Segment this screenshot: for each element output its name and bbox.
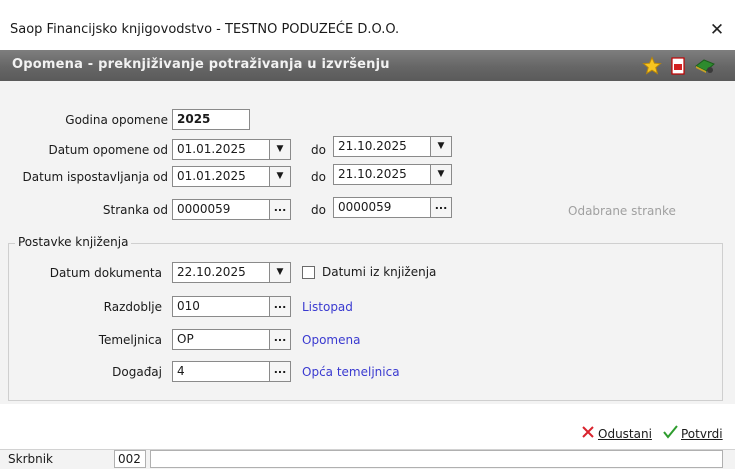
dogadaj-description-link[interactable]: Opća temeljnica — [302, 365, 400, 379]
window-title: Saop Financijsko knjigovodstvo - TESTNO … — [10, 22, 400, 37]
form-title: Opomena - preknjiživanje potraživanja u … — [12, 57, 390, 72]
datum-opomene-from-dropdown[interactable]: ▼ — [269, 139, 291, 160]
datum-ispostavljanja-label: Datum ispostavljanja od — [22, 170, 168, 184]
cancel-button[interactable]: Odustani — [581, 423, 652, 445]
stranka-to-browse-button[interactable]: ... — [430, 197, 452, 218]
confirm-label: Potvrdi — [681, 427, 723, 441]
datum-ispostavljanja-to-input[interactable]: 21.10.2025 — [333, 164, 431, 185]
razdoblje-browse-button[interactable]: ... — [269, 296, 291, 317]
datum-opomene-to-input[interactable]: 21.10.2025 — [333, 136, 431, 157]
datum-ispostavljanja-do-label: do — [311, 170, 326, 184]
datum-ispostavljanja-from-input[interactable]: 01.01.2025 — [172, 166, 270, 187]
confirm-button[interactable]: Potvrdi — [663, 423, 723, 445]
temeljnica-input[interactable]: OP — [172, 329, 270, 350]
dogadaj-input[interactable]: 4 — [172, 361, 270, 382]
temeljnica-browse-button[interactable]: ... — [269, 329, 291, 350]
book-icon[interactable] — [694, 56, 715, 76]
razdoblje-description-link[interactable]: Listopad — [302, 300, 353, 314]
cross-icon — [581, 425, 595, 443]
pdf-icon[interactable] — [668, 56, 688, 76]
datumi-iz-knjizenja-label: Datumi iz knjiženja — [322, 265, 437, 279]
razdoblje-label: Razdoblje — [103, 300, 162, 314]
star-icon[interactable] — [642, 56, 662, 76]
temeljnica-label: Temeljnica — [98, 333, 162, 347]
datum-opomene-do-label: do — [311, 143, 326, 157]
datum-opomene-to-dropdown[interactable]: ▼ — [430, 136, 452, 157]
datum-ispostavljanja-to-dropdown[interactable]: ▼ — [430, 164, 452, 185]
datum-opomene-from-input[interactable]: 01.01.2025 — [172, 139, 270, 160]
odabrane-stranke-link[interactable]: Odabrane stranke — [568, 204, 676, 218]
datumi-iz-knjizenja-checkbox[interactable] — [302, 266, 315, 279]
godina-input[interactable]: 2025 — [172, 109, 250, 130]
status-skrbnik-value: 002 — [118, 452, 141, 466]
datum-ispostavljanja-from-dropdown[interactable]: ▼ — [269, 166, 291, 187]
razdoblje-input[interactable]: 010 — [172, 296, 270, 317]
postavke-group-title: Postavke knjiženja — [15, 235, 132, 249]
checkmark-icon — [663, 425, 678, 443]
godina-label: Godina opomene — [65, 113, 168, 127]
stranka-from-browse-button[interactable]: ... — [269, 199, 291, 220]
datum-opomene-label: Datum opomene od — [48, 143, 168, 157]
stranka-from-input[interactable]: 0000059 — [172, 199, 270, 220]
status-skrbnik-label: Skrbnik — [8, 452, 54, 466]
datum-dokumenta-input[interactable]: 22.10.2025 — [172, 262, 270, 283]
stranka-do-label: do — [311, 203, 326, 217]
stranka-label: Stranka od — [102, 203, 168, 217]
close-button[interactable]: ✕ — [706, 20, 728, 42]
dogadaj-browse-button[interactable]: ... — [269, 361, 291, 382]
dogadaj-label: Događaj — [112, 365, 162, 379]
stranka-to-input[interactable]: 0000059 — [333, 197, 431, 218]
temeljnica-description-link[interactable]: Opomena — [302, 333, 360, 347]
status-info-field — [150, 450, 723, 468]
cancel-label: Odustani — [598, 427, 652, 441]
datum-dokumenta-label: Datum dokumenta — [49, 266, 162, 280]
datum-dokumenta-dropdown[interactable]: ▼ — [269, 262, 291, 283]
